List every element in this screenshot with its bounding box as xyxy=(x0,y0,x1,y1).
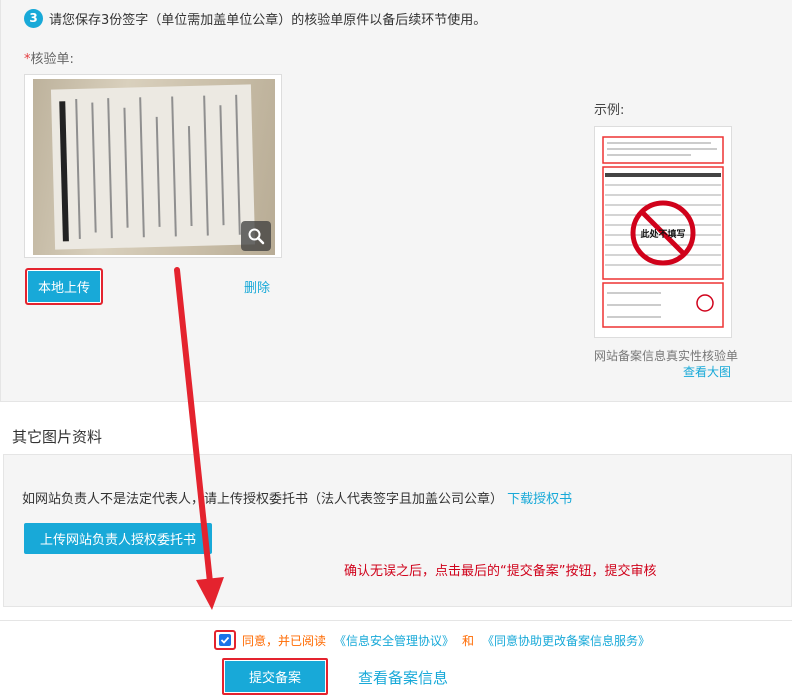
checkmark-icon xyxy=(220,636,230,644)
agree-and-text: 和 xyxy=(462,633,475,648)
divider xyxy=(0,620,792,621)
agreement-row: 同意，并已阅读 《信息安全管理协议》 和 《同意协助更改备案信息服务》 xyxy=(214,630,650,650)
agree-checkbox[interactable] xyxy=(219,634,231,646)
security-agreement-link[interactable]: 《信息安全管理协议》 xyxy=(334,632,454,649)
agree-checkbox-wrapper[interactable] xyxy=(214,630,236,650)
submit-filing-button[interactable]: 提交备案 xyxy=(222,658,328,695)
change-service-agreement-link[interactable]: 《同意协助更改备案信息服务》 xyxy=(482,632,650,649)
view-filing-info-link[interactable]: 查看备案信息 xyxy=(358,667,448,688)
red-arrow-annotation xyxy=(174,267,224,610)
agree-text: 同意，并已阅读 xyxy=(242,633,327,648)
